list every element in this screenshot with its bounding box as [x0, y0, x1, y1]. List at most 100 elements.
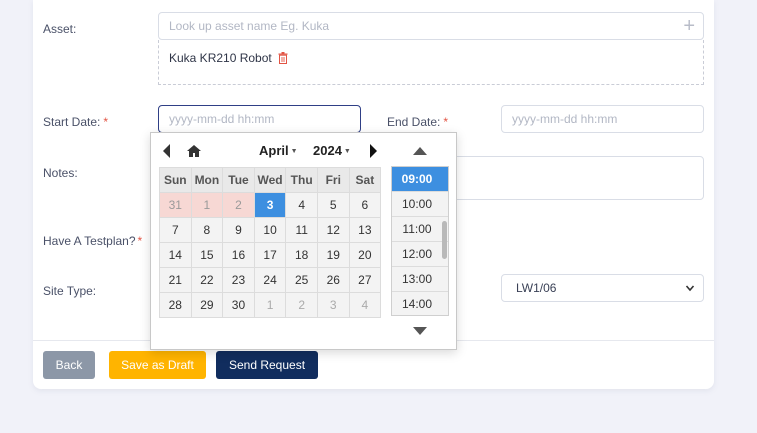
time-scroll-down-icon[interactable] [413, 327, 427, 335]
month-value: April [259, 143, 289, 158]
notes-textarea[interactable] [440, 156, 704, 200]
calendar-day[interactable]: 12 [316, 217, 350, 243]
asset-search-input[interactable]: Look up asset name Eg. Kuka + [158, 12, 704, 40]
calendar-day[interactable]: 19 [316, 242, 350, 268]
asset-label: Asset: [43, 22, 77, 36]
calendar-week-row: 21 22 23 24 25 26 27 [159, 267, 382, 293]
next-month-icon[interactable] [369, 144, 377, 158]
weekday-header: Wed [253, 167, 287, 193]
calendar-day[interactable]: 6 [348, 192, 382, 218]
required-mark: * [103, 115, 109, 129]
calendar-day[interactable]: 16 [222, 242, 255, 268]
calendar-day[interactable]: 20 [348, 242, 382, 268]
calendar-day[interactable]: 1 [253, 292, 287, 318]
calendar-day[interactable]: 10 [253, 217, 287, 243]
plus-icon[interactable]: + [683, 16, 695, 36]
weekday-header: Thu [285, 167, 318, 193]
calendar-day[interactable]: 24 [253, 267, 287, 293]
calendar-week-row: 7 8 9 10 11 12 13 [159, 217, 382, 243]
calendar-week-row: 14 15 16 17 18 19 20 [159, 242, 382, 268]
weekday-header: Sat [348, 167, 382, 193]
calendar-day[interactable]: 26 [316, 267, 350, 293]
calendar-body: 31 1 2 3 4 5 6 7 8 9 10 11 12 13 14 15 16 17 18 19 20 21 22 23 2… [159, 192, 382, 318]
calendar-week-row: 31 1 2 3 4 5 6 [159, 192, 382, 218]
calendar-day[interactable]: 27 [348, 267, 382, 293]
calendar-week-row: 28 29 30 1 2 3 4 [159, 292, 382, 318]
testplan-label-text: Have A Testplan? [43, 234, 136, 248]
year-value: 2024 [313, 143, 342, 158]
year-select[interactable]: 2024 ▼ [313, 143, 351, 158]
end-date-label-text: End Date: [387, 115, 441, 129]
calendar-day[interactable]: 29 [190, 292, 224, 318]
calendar-day[interactable]: 5 [316, 192, 350, 218]
time-option[interactable]: 10:00 [392, 192, 448, 217]
time-option[interactable]: 09:00 [392, 167, 448, 192]
weekday-header: Sun [159, 167, 192, 193]
calendar-day[interactable]: 17 [253, 242, 287, 268]
calendar-day[interactable]: 15 [190, 242, 224, 268]
calendar-day[interactable]: 18 [285, 242, 318, 268]
calendar-day[interactable]: 13 [348, 217, 382, 243]
asset-search-placeholder: Look up asset name Eg. Kuka [169, 19, 330, 33]
trash-icon[interactable] [278, 52, 288, 64]
weekday-header: Tue [222, 167, 255, 193]
time-scroll-up-icon[interactable] [413, 147, 427, 155]
calendar-day[interactable]: 11 [285, 217, 318, 243]
home-icon[interactable] [187, 144, 201, 158]
notes-label: Notes: [43, 166, 78, 180]
calendar-day[interactable]: 9 [222, 217, 255, 243]
weekday-header: Mon [190, 167, 224, 193]
required-mark: * [137, 234, 143, 248]
caret-down-icon: ▼ [290, 148, 298, 156]
required-mark: * [443, 115, 449, 129]
calendar-day[interactable]: 21 [159, 267, 192, 293]
back-button[interactable]: Back [43, 351, 95, 379]
time-option[interactable]: 13:00 [392, 267, 448, 292]
calendar-day[interactable]: 7 [159, 217, 192, 243]
time-option[interactable]: 14:00 [392, 292, 448, 315]
start-date-label-text: Start Date: [43, 115, 101, 129]
calendar-day-selected[interactable]: 3 [253, 192, 287, 218]
calendar-day[interactable]: 4 [348, 292, 382, 318]
calendar-day[interactable]: 4 [285, 192, 318, 218]
calendar-day[interactable]: 2 [285, 292, 318, 318]
calendar-day[interactable]: 31 [159, 192, 192, 218]
weekday-header: Fri [316, 167, 350, 193]
selected-asset-name: Kuka KR210 Robot [169, 51, 272, 65]
start-date-placeholder: yyyy-mm-dd hh:mm [169, 112, 275, 126]
selected-asset-item: Kuka KR210 Robot [169, 51, 288, 65]
prev-month-icon[interactable] [163, 144, 171, 158]
end-date-label: End Date: * [387, 115, 448, 129]
caret-down-icon: ▼ [343, 148, 351, 156]
end-date-input[interactable]: yyyy-mm-dd hh:mm [501, 105, 704, 133]
calendar-grid: Sun Mon Tue Wed Thu Fri Sat 31 1 2 3 4 5 6 7 8 9 10 11 12 1… [159, 167, 382, 318]
calendar-day[interactable]: 3 [316, 292, 350, 318]
calendar-day[interactable]: 25 [285, 267, 318, 293]
calendar-day[interactable]: 23 [222, 267, 255, 293]
start-date-input[interactable]: yyyy-mm-dd hh:mm [158, 105, 361, 133]
calendar-day[interactable]: 22 [190, 267, 224, 293]
chevron-down-icon [685, 285, 695, 292]
datetime-picker: April ▼ 2024 ▼ Sun Mon Tue Wed Thu Fri Sat 31 1 2 3… [150, 132, 457, 350]
site-type-label: Site Type: [43, 284, 97, 298]
save-draft-button[interactable]: Save as Draft [109, 351, 206, 379]
selected-assets-box: Kuka KR210 Robot [158, 40, 704, 85]
month-select[interactable]: April ▼ [259, 143, 298, 158]
time-list[interactable]: 09:00 10:00 11:00 12:00 13:00 14:00 [391, 166, 449, 316]
site-type-select[interactable]: LW1/06 [501, 274, 704, 302]
calendar-day[interactable]: 28 [159, 292, 192, 318]
start-date-label: Start Date: * [43, 115, 108, 129]
time-scrollbar[interactable] [442, 221, 447, 259]
calendar-day[interactable]: 2 [222, 192, 255, 218]
send-request-button[interactable]: Send Request [216, 351, 318, 379]
site-type-value: LW1/06 [516, 281, 557, 295]
calendar-day[interactable]: 8 [190, 217, 224, 243]
end-date-placeholder: yyyy-mm-dd hh:mm [512, 112, 618, 126]
testplan-label: Have A Testplan? * [43, 234, 142, 248]
picker-nav: April ▼ 2024 ▼ [151, 142, 386, 162]
calendar-day[interactable]: 30 [222, 292, 255, 318]
time-option[interactable]: 11:00 [392, 217, 448, 242]
calendar-day[interactable]: 14 [159, 242, 192, 268]
time-option[interactable]: 12:00 [392, 242, 448, 267]
calendar-day[interactable]: 1 [190, 192, 224, 218]
